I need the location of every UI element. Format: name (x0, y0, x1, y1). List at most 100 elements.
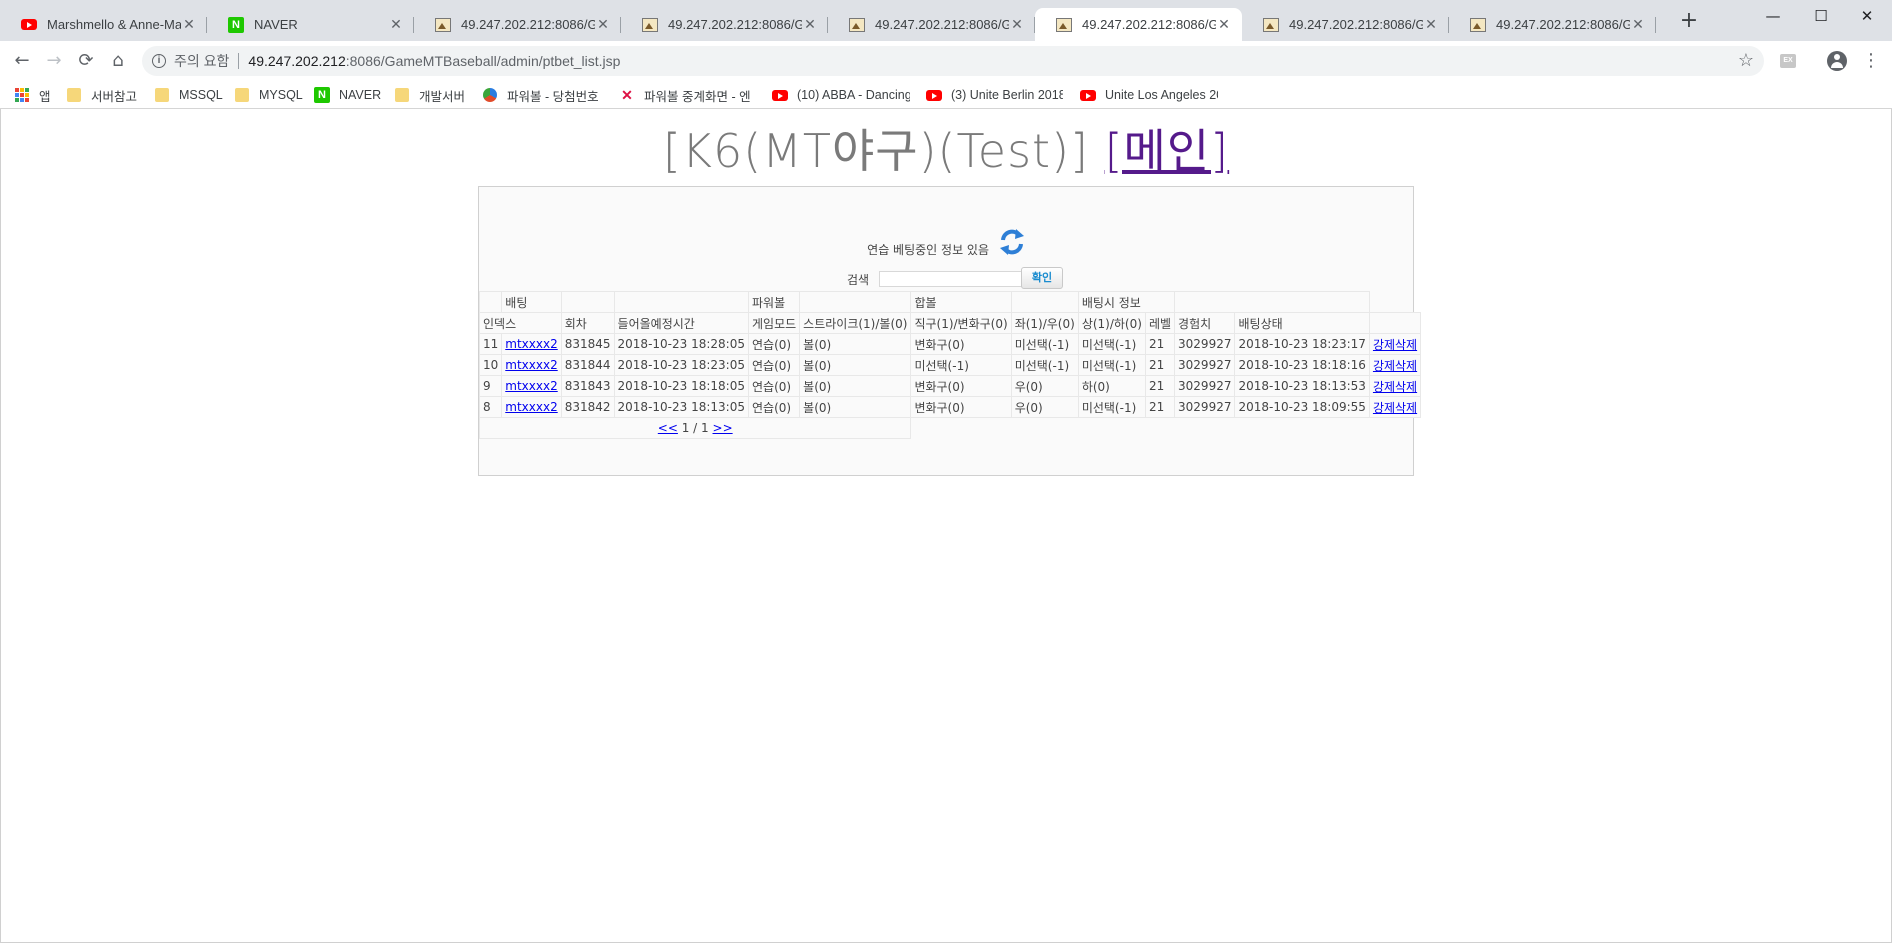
folder-icon (154, 87, 170, 103)
tab[interactable]: Marshmello & Anne-Marie ✕ (0, 8, 207, 41)
folder-icon (66, 87, 82, 103)
minimize-button[interactable]: — (1758, 4, 1788, 28)
user-link[interactable]: mtxxxx2 (505, 337, 557, 351)
tab[interactable]: 49.247.202.212:8086/GameMTBaseball ✕ (621, 8, 828, 41)
cell-exp: 3029927 (1174, 375, 1236, 397)
bookmark-naver[interactable]: N NAVER (314, 85, 381, 105)
back-button[interactable]: ← (10, 49, 34, 73)
folder-icon (234, 87, 250, 103)
cell-strike-ball: 볼(0) (799, 375, 912, 397)
bookmark-powerball[interactable]: 파워볼 - 당첨번호 (482, 85, 599, 105)
cell-bet-status: 2018-10-23 18:09:55 (1234, 396, 1370, 418)
col-exp: 경험치 (1174, 312, 1236, 334)
col-scheduled: 들어올예정시간 (613, 312, 749, 334)
cell-exp: 3029927 (1174, 396, 1236, 418)
user-link[interactable]: mtxxxx2 (505, 400, 557, 414)
account-icon[interactable] (1827, 51, 1847, 71)
close-icon[interactable]: ✕ (181, 16, 197, 33)
bookmark-folder[interactable]: MYSQL (234, 85, 303, 105)
bookmark-folder[interactable]: 개발서버 (394, 85, 465, 105)
bookmark-apps[interactable]: 앱 (14, 85, 51, 105)
new-tab-button[interactable]: + (1678, 10, 1700, 32)
cell-level: 21 (1144, 354, 1176, 376)
bookmark-powerball-live[interactable]: ✕ 파워볼 중계화면 - 엔 (619, 85, 757, 105)
bookmark-label: 파워볼 중계화면 - 엔 (644, 89, 751, 104)
bookmark-youtube[interactable]: (3) Unite Berlin 2018 (926, 85, 1063, 105)
cell-bet-status: 2018-10-23 18:13:53 (1234, 375, 1370, 397)
next-page-link[interactable]: >> (713, 421, 733, 435)
cell-straight-change: 변화구(0) (910, 396, 1012, 418)
force-delete-link[interactable]: 강제삭제 (1373, 338, 1417, 352)
group-header-sum: 합볼 (910, 291, 1012, 313)
col-index: 인덱스 (479, 312, 562, 334)
bookmark-folder[interactable]: 서버참고 (66, 85, 137, 105)
user-link[interactable]: mtxxxx2 (505, 358, 557, 372)
tab[interactable]: 49.247.202.212:8086/GameMTBaseball ✕ (1449, 8, 1656, 41)
youtube-icon (926, 87, 942, 103)
reload-button[interactable]: ⟳ (74, 49, 98, 73)
bookmark-youtube[interactable]: Unite Los Angeles 20 (1080, 85, 1218, 105)
bookmark-label: (3) Unite Berlin 2018 (951, 88, 1063, 102)
cell-strike-ball: 볼(0) (799, 354, 912, 376)
info-icon[interactable]: i (152, 54, 166, 68)
close-icon[interactable]: ✕ (595, 16, 611, 33)
prev-page-link[interactable]: << (658, 421, 678, 435)
col-action (1368, 312, 1422, 334)
security-label: 주의 요함 (174, 53, 230, 69)
table-row: 8 mtxxxx2 831842 2018-10-23 18:13:05 연습(… (478, 396, 1422, 418)
menu-dots-icon[interactable]: ⋮ (1862, 49, 1880, 73)
cell-left-right: 우(0) (1010, 375, 1079, 397)
close-icon[interactable]: ✕ (388, 16, 404, 33)
bookmark-label: 개발서버 (419, 89, 466, 104)
close-icon[interactable]: ✕ (1009, 16, 1025, 33)
search-input[interactable] (879, 271, 1034, 287)
youtube-icon (772, 87, 788, 103)
main-link[interactable]: [메인] (1105, 124, 1230, 178)
image-icon (1470, 17, 1486, 33)
tab[interactable]: N NAVER ✕ (207, 8, 414, 41)
tab-title: Marshmello & Anne-Marie (47, 17, 181, 32)
url-path: :8086/GameMTBaseball/admin/ptbet_list.js… (345, 53, 621, 69)
bookmark-folder[interactable]: MSSQL (154, 85, 223, 105)
extension-icon[interactable]: EX (1780, 54, 1796, 68)
cell-straight-change: 미선택(-1) (910, 354, 1012, 376)
bookmark-star-icon[interactable]: ☆ (1738, 50, 1754, 71)
cell-user: mtxxxx2 (501, 375, 562, 397)
cell-exp: 3029927 (1174, 333, 1236, 355)
tab[interactable]: 49.247.202.212:8086/GameMTBaseball ✕ (828, 8, 1035, 41)
col-left-right: 좌(1)/우(0) (1010, 312, 1079, 334)
close-window-button[interactable]: ✕ (1852, 4, 1882, 28)
close-icon[interactable]: ✕ (1630, 16, 1646, 33)
user-link[interactable]: mtxxxx2 (505, 379, 557, 393)
cell-level: 21 (1144, 333, 1176, 355)
tab[interactable]: 49.247.202.212:8086/GameMTBaseball ✕ (414, 8, 621, 41)
tab-title: 49.247.202.212:8086/GameMTBaseball (668, 17, 802, 32)
address-bar[interactable]: i 주의 요함 49.247.202.212:8086/GameMTBaseba… (142, 46, 1764, 76)
force-delete-link[interactable]: 강제삭제 (1373, 380, 1417, 394)
browser-toolbar: ← → ⟳ ⌂ i 주의 요함 49.247.202.212:8086/Game… (0, 41, 1892, 81)
cell-up-down: 미선택(-1) (1077, 396, 1146, 418)
bookmark-youtube[interactable]: (10) ABBA - Dancing (772, 85, 910, 105)
close-icon[interactable]: ✕ (1216, 16, 1232, 33)
cell-mode: 연습(0) (747, 354, 801, 376)
close-icon[interactable]: ✕ (802, 16, 818, 33)
cell-left-right: 미선택(-1) (1010, 354, 1079, 376)
cell-action: 강제삭제 (1368, 396, 1422, 418)
forward-button[interactable]: → (42, 49, 66, 73)
apps-icon (14, 87, 30, 103)
tab[interactable]: 49.247.202.212:8086/GameMTBaseball ✕ (1242, 8, 1449, 41)
table-header-row: 인덱스 회차 들어올예정시간 게임모드 스트라이크(1)/볼(0) 직구(1)/… (479, 312, 1422, 334)
bookmark-label: Unite Los Angeles 20 (1105, 88, 1218, 102)
force-delete-link[interactable]: 강제삭제 (1373, 401, 1417, 415)
tab-active[interactable]: 49.247.202.212:8086/GameMTBaseball ✕ (1035, 8, 1242, 41)
maximize-button[interactable]: ☐ (1806, 4, 1836, 28)
force-delete-link[interactable]: 강제삭제 (1373, 359, 1417, 373)
cell-strike-ball: 볼(0) (799, 396, 912, 418)
confirm-button[interactable]: 확인 (1021, 267, 1063, 289)
col-level: 레벨 (1144, 312, 1176, 334)
home-button[interactable]: ⌂ (106, 49, 130, 73)
refresh-icon[interactable] (999, 227, 1025, 260)
cell-mode: 연습(0) (747, 396, 801, 418)
close-icon[interactable]: ✕ (1423, 16, 1439, 33)
page-title-text: [K6(MT야구)(Test)] (662, 124, 1089, 178)
